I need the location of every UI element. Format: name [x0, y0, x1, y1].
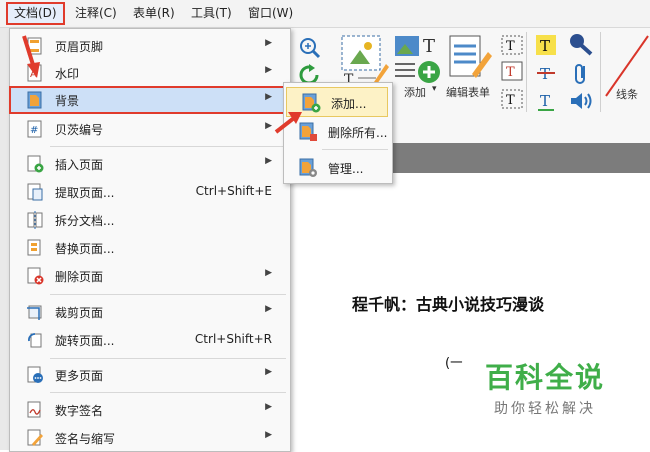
annotation-arrows [22, 35, 302, 134]
red-arrow-icon [274, 112, 302, 134]
red-arrow-icon [22, 35, 40, 78]
